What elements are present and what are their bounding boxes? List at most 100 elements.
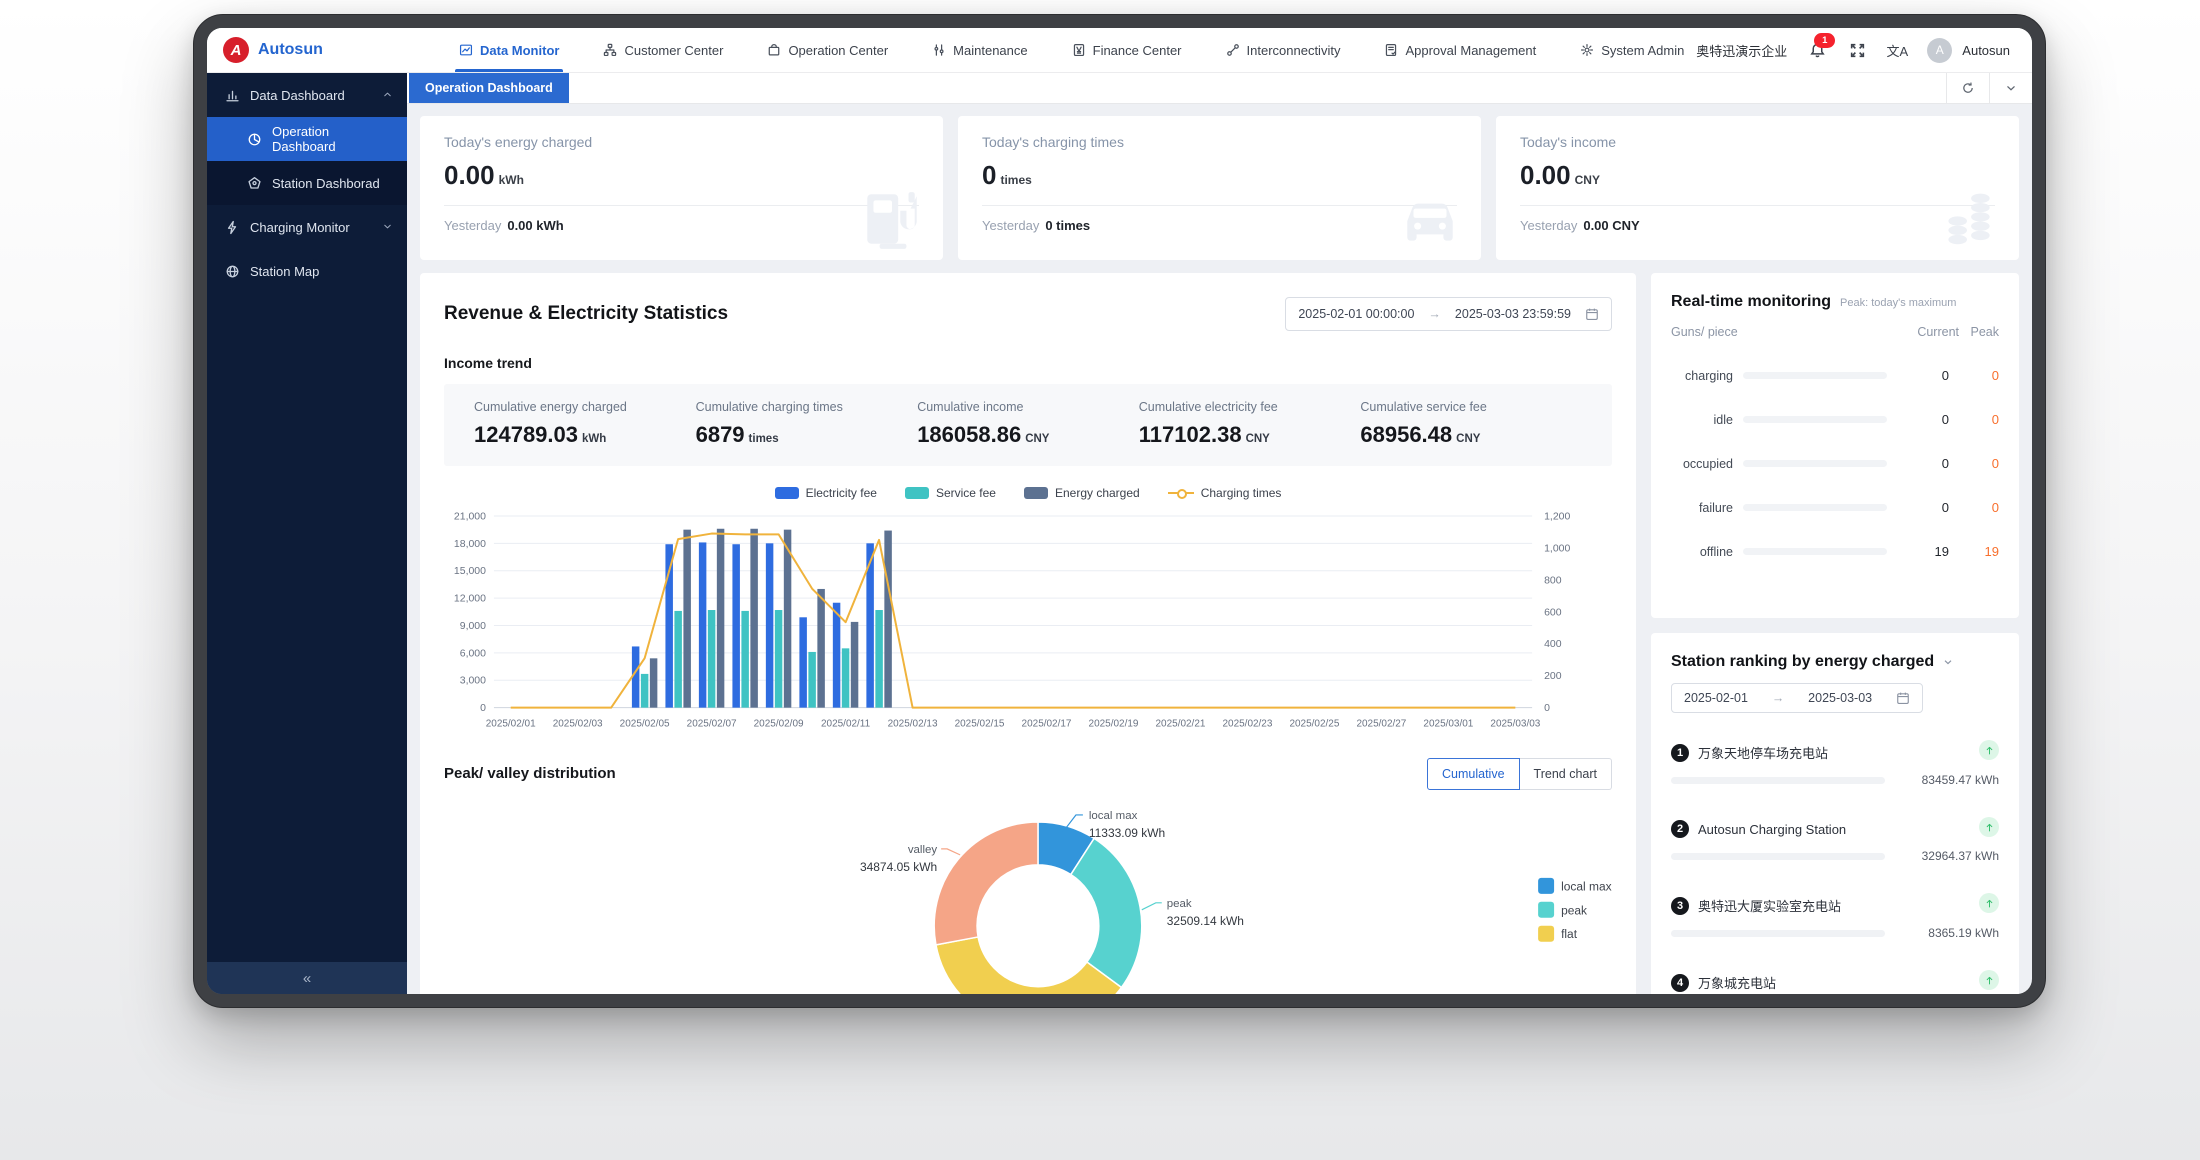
- nav-finance-center[interactable]: Finance Center: [1072, 28, 1182, 72]
- nav-data-monitor[interactable]: Data Monitor: [459, 28, 559, 72]
- main-content: Today's energy charged0.00kWhYesterday0.…: [407, 104, 2032, 994]
- station-ranking-panel: Station ranking by energy charged 2025-0…: [1651, 633, 2019, 994]
- svg-text:1,200: 1,200: [1544, 511, 1570, 522]
- legend-electricity-fee[interactable]: Electricity fee: [775, 486, 877, 500]
- ranking-item-4[interactable]: 4 万象城充电站: [1671, 973, 1999, 994]
- line-marker-icon: [1168, 487, 1194, 499]
- svg-text:2025/02/27: 2025/02/27: [1356, 719, 1406, 730]
- nav-customer-center[interactable]: Customer Center: [603, 28, 723, 72]
- revenue-date-range-picker[interactable]: 2025-02-01 00:00:00 → 2025-03-03 23:59:5…: [1285, 297, 1612, 331]
- svg-text:2025/02/09: 2025/02/09: [754, 719, 804, 730]
- stat-value: 117102.38CNY: [1139, 422, 1361, 448]
- station-name: 万象城充电站: [1698, 973, 1776, 992]
- user-name[interactable]: Autosun: [1962, 43, 2010, 58]
- nav-approval-management[interactable]: Approval Management: [1384, 28, 1536, 72]
- nav-label: System Admin: [1601, 43, 1684, 58]
- toggle-cumulative[interactable]: Cumulative: [1427, 758, 1520, 790]
- svg-text:12,000: 12,000: [454, 594, 486, 605]
- avatar[interactable]: A: [1927, 38, 1952, 63]
- nav-interconnectivity[interactable]: Interconnectivity: [1226, 28, 1341, 72]
- nav-system-admin[interactable]: System Admin: [1580, 28, 1684, 72]
- sidebar-item-operation-dashboard[interactable]: Operation Dashboard: [207, 117, 407, 161]
- monitoring-subtitle: Peak: today's maximum: [1840, 297, 1956, 309]
- trend-up-icon: [1979, 893, 1999, 913]
- svg-text:34874.05 kWh: 34874.05 kWh: [860, 859, 937, 873]
- gun-current-value: 19: [1897, 544, 1949, 559]
- stat-value: 68956.48CNY: [1360, 422, 1582, 448]
- nav-operation-center[interactable]: Operation Center: [767, 28, 888, 72]
- sidebar-item-charging-monitor[interactable]: Charging Monitor: [207, 205, 407, 249]
- stat-cumulative-energy-charged: Cumulative energy charged124789.03kWh: [474, 400, 696, 448]
- gun-state-label: idle: [1671, 413, 1733, 427]
- refresh-tab-icon[interactable]: [1946, 73, 1989, 103]
- notification-bell-icon[interactable]: 1: [1807, 40, 1827, 60]
- energy-bar: [1671, 930, 1885, 937]
- gun-state-label: offline: [1671, 545, 1733, 559]
- legend-energy-charged[interactable]: Energy charged: [1024, 486, 1140, 500]
- app-root: A Autosun Data Monitor Customer Center Ope…: [207, 28, 2032, 994]
- ranking-item-1[interactable]: 1万象天地停车场充电站83459.47 kWh: [1671, 743, 1999, 787]
- rank-number-badge: 4: [1671, 974, 1689, 992]
- svg-text:400: 400: [1544, 639, 1562, 650]
- stat-unit: CNY: [1025, 433, 1049, 445]
- date-range-arrow: →: [1428, 307, 1441, 321]
- card-unit: times: [1000, 173, 1031, 187]
- nav-label: Finance Center: [1093, 43, 1182, 58]
- card-value: 0times: [982, 160, 1457, 191]
- swatch-icon: [905, 487, 929, 499]
- org-name[interactable]: 奥特迅演示企业: [1696, 41, 1787, 60]
- gun-current-value: 0: [1897, 368, 1949, 383]
- sidebar-item-data-dashboard[interactable]: Data Dashboard: [207, 73, 407, 117]
- nav-label: Approval Management: [1405, 43, 1536, 58]
- gun-current-value: 0: [1897, 456, 1949, 471]
- toggle-trend-chart[interactable]: Trend chart: [1520, 758, 1612, 790]
- station-name: 万象天地停车场充电站: [1698, 743, 1828, 762]
- ranking-date-range-picker[interactable]: 2025-02-01 → 2025-03-03: [1671, 683, 1923, 713]
- svg-text:0: 0: [1544, 703, 1550, 714]
- svg-text:2025/02/17: 2025/02/17: [1022, 719, 1072, 730]
- charger-icon: [859, 188, 925, 250]
- sidebar-collapse-button[interactable]: «: [207, 962, 407, 994]
- ranking-title: Station ranking by energy charged: [1671, 653, 1934, 671]
- gun-state-bar: [1743, 416, 1887, 423]
- stat-unit: times: [749, 433, 779, 445]
- svg-text:32509.14 kWh: 32509.14 kWh: [1167, 913, 1244, 927]
- gun-state-bar: [1743, 372, 1887, 379]
- nav-maintenance[interactable]: Maintenance: [932, 28, 1027, 72]
- tab-operation-dashboard[interactable]: Operation Dashboard: [409, 73, 569, 103]
- income-trend-chart[interactable]: 03,0006,0009,00012,00015,00018,00021,000…: [444, 504, 1612, 744]
- monitoring-row-failure: failure00: [1671, 500, 1999, 515]
- summary-cards: Today's energy charged0.00kWhYesterday0.…: [420, 116, 2019, 260]
- sidebar-item-station-map[interactable]: Station Map: [207, 249, 407, 293]
- rank-number-badge: 1: [1671, 744, 1689, 762]
- svg-text:flat: flat: [1561, 927, 1578, 941]
- svg-text:6,000: 6,000: [460, 648, 486, 659]
- card-unit: CNY: [1575, 173, 1600, 187]
- fullscreen-icon[interactable]: [1847, 40, 1867, 60]
- legend-service-fee[interactable]: Service fee: [905, 486, 996, 500]
- peak-valley-toggle: CumulativeTrend chart: [1427, 758, 1612, 790]
- ranking-item-3[interactable]: 3奥特迅大厦实验室充电站8365.19 kWh: [1671, 896, 1999, 940]
- language-switch-icon[interactable]: 文A: [1887, 40, 1907, 60]
- tab-menu-chevron-icon[interactable]: [1989, 73, 2032, 103]
- ranking-dropdown-chevron-icon[interactable]: [1942, 656, 1954, 668]
- peak-valley-title: Peak/ valley distribution: [444, 765, 616, 782]
- legend-charging-times[interactable]: Charging times: [1168, 486, 1282, 500]
- svg-text:valley: valley: [908, 843, 938, 855]
- sidebar-item-station-dashborad[interactable]: Station Dashborad: [207, 161, 407, 205]
- topbar-right: 奥特迅演示企业 1 文A A Autosun: [1696, 38, 2010, 63]
- car-icon: [1397, 188, 1463, 250]
- card-title: Today's energy charged: [444, 134, 919, 150]
- ranking-date-start: 2025-02-01: [1684, 691, 1748, 705]
- monitoring-rows: charging00idle00occupied00failure00offli…: [1671, 368, 1999, 559]
- swatch-icon: [775, 487, 799, 499]
- ranking-item-2[interactable]: 2Autosun Charging Station32964.37 kWh: [1671, 820, 1999, 863]
- svg-text:2025/02/23: 2025/02/23: [1222, 719, 1272, 730]
- gun-peak-value: 0: [1959, 456, 1999, 471]
- stat-value: 6879times: [696, 422, 918, 448]
- monitoring-col-current: Current: [1907, 325, 1959, 339]
- peak-valley-donut-chart[interactable]: local max11333.09 kWhvalley34874.05 kWhp…: [444, 790, 1612, 994]
- gun-current-value: 0: [1897, 412, 1949, 427]
- stat-value: 124789.03kWh: [474, 422, 696, 448]
- brand: A Autosun: [223, 37, 413, 63]
